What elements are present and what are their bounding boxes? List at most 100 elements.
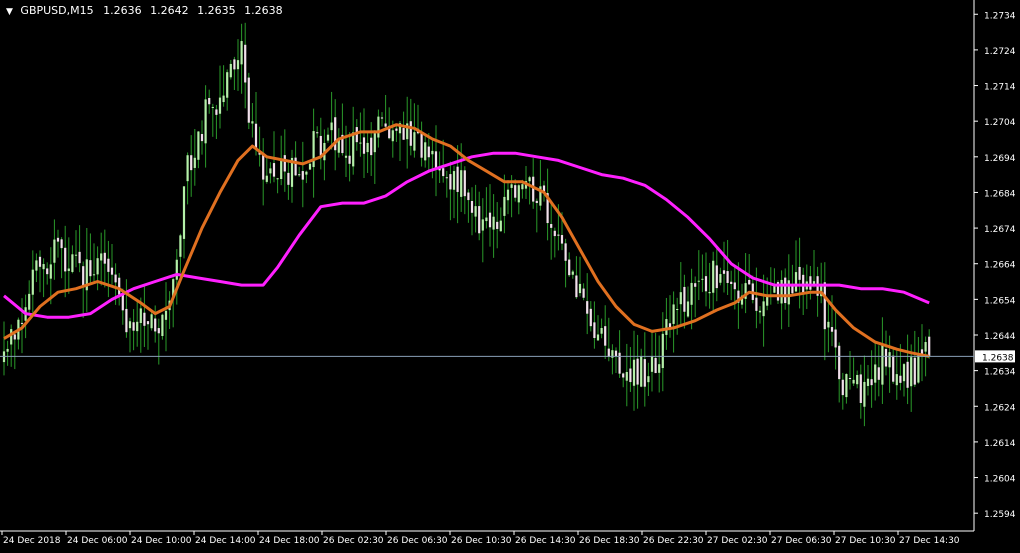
candle bbox=[758, 306, 762, 324]
candle bbox=[632, 330, 636, 411]
candle-body bbox=[550, 224, 553, 228]
candle bbox=[737, 262, 740, 329]
candle bbox=[625, 343, 628, 407]
candle-body bbox=[222, 95, 225, 103]
candle-body bbox=[244, 44, 247, 83]
candle bbox=[319, 117, 322, 170]
candle-body bbox=[229, 63, 232, 78]
candle bbox=[154, 305, 157, 343]
candle bbox=[211, 103, 214, 137]
candle bbox=[200, 120, 204, 155]
candle bbox=[89, 233, 92, 284]
candle bbox=[884, 330, 888, 376]
candle bbox=[132, 309, 135, 351]
candle-body bbox=[60, 239, 63, 249]
candle bbox=[352, 106, 355, 175]
candle bbox=[348, 132, 351, 182]
candle-body bbox=[586, 301, 589, 314]
candle-body bbox=[571, 271, 574, 275]
candle-body bbox=[161, 314, 164, 337]
candle-body bbox=[269, 168, 272, 174]
quote-high: 1.2642 bbox=[150, 4, 189, 17]
candle-body bbox=[136, 321, 139, 332]
candle bbox=[377, 109, 380, 148]
candle bbox=[715, 248, 718, 302]
x-tick-label: 24 Dec 2018 bbox=[3, 536, 61, 546]
candle bbox=[503, 174, 506, 234]
candle-body bbox=[607, 348, 610, 358]
candle bbox=[881, 317, 884, 404]
y-tick-label: 1.2624 bbox=[984, 403, 1016, 413]
candle-body bbox=[92, 274, 96, 276]
candle-body bbox=[913, 357, 916, 385]
candle-body bbox=[308, 163, 312, 170]
candle bbox=[485, 187, 488, 229]
candle bbox=[582, 283, 585, 301]
candle bbox=[859, 364, 862, 419]
candle bbox=[665, 297, 668, 350]
triangle-down-icon[interactable]: ▼ bbox=[6, 7, 13, 17]
candle bbox=[269, 162, 272, 184]
candle bbox=[110, 244, 114, 285]
candle-body bbox=[557, 234, 560, 236]
candle bbox=[575, 256, 578, 299]
candle bbox=[445, 170, 448, 198]
candle-body bbox=[650, 356, 654, 372]
candle-body bbox=[154, 318, 157, 332]
candle-body bbox=[892, 355, 895, 382]
candle bbox=[71, 245, 74, 274]
chart-area[interactable]: 1.2734 1.2724 1.2714 1.2704 1.2694 1.2684 1.26… bbox=[0, 0, 1020, 549]
candle bbox=[103, 229, 106, 288]
candle bbox=[370, 122, 373, 176]
x-tick-label: 27 Dec 02:30 bbox=[707, 536, 768, 546]
candle-body bbox=[899, 375, 902, 383]
candle bbox=[290, 149, 294, 203]
candle-body bbox=[643, 359, 646, 387]
candle-body bbox=[668, 323, 672, 328]
price-chart[interactable]: 1.2734 1.2724 1.2714 1.2704 1.2694 1.2684 1.26… bbox=[0, 0, 1020, 549]
candle-body bbox=[582, 288, 585, 298]
candle bbox=[679, 262, 682, 325]
candle bbox=[600, 318, 603, 339]
axes-layer: 1.2734 1.2724 1.2714 1.2704 1.2694 1.2684 1.26… bbox=[0, 0, 1016, 546]
candle-body bbox=[384, 123, 387, 127]
candle bbox=[100, 232, 103, 286]
candle bbox=[611, 344, 614, 375]
candle bbox=[452, 165, 456, 219]
candle-body bbox=[265, 175, 268, 182]
y-tick-label: 1.2734 bbox=[984, 11, 1016, 21]
candle-body bbox=[463, 170, 466, 197]
candle-body bbox=[442, 168, 445, 177]
candle-body bbox=[409, 121, 412, 146]
candle bbox=[906, 334, 909, 405]
candle bbox=[784, 268, 787, 310]
candle bbox=[823, 262, 826, 361]
x-tick-label: 26 Dec 18:30 bbox=[579, 536, 640, 546]
candle bbox=[492, 194, 495, 258]
candle bbox=[506, 179, 510, 215]
candle bbox=[586, 273, 589, 335]
candle bbox=[92, 243, 96, 284]
y-tick-label: 1.2704 bbox=[984, 118, 1016, 128]
y-tick-label: 1.2714 bbox=[984, 83, 1016, 93]
candle bbox=[722, 241, 726, 293]
candle bbox=[190, 135, 193, 197]
candle-body bbox=[427, 146, 430, 158]
candle-body bbox=[391, 130, 394, 142]
candle-body bbox=[74, 254, 78, 256]
candle-body bbox=[445, 177, 448, 179]
candle bbox=[834, 311, 837, 370]
candle-body bbox=[578, 283, 582, 294]
candle-body bbox=[478, 206, 481, 234]
quote-close: 1.2638 bbox=[244, 4, 283, 17]
candle bbox=[614, 347, 618, 374]
candle-body bbox=[118, 277, 121, 295]
x-tick-label: 26 Dec 22:30 bbox=[643, 536, 704, 546]
candle-body bbox=[254, 123, 258, 150]
candle-body bbox=[928, 336, 931, 357]
candle bbox=[917, 336, 920, 384]
candle bbox=[845, 373, 848, 404]
candle-body bbox=[348, 155, 351, 164]
candle-body bbox=[596, 334, 600, 341]
candle-body bbox=[240, 41, 243, 65]
